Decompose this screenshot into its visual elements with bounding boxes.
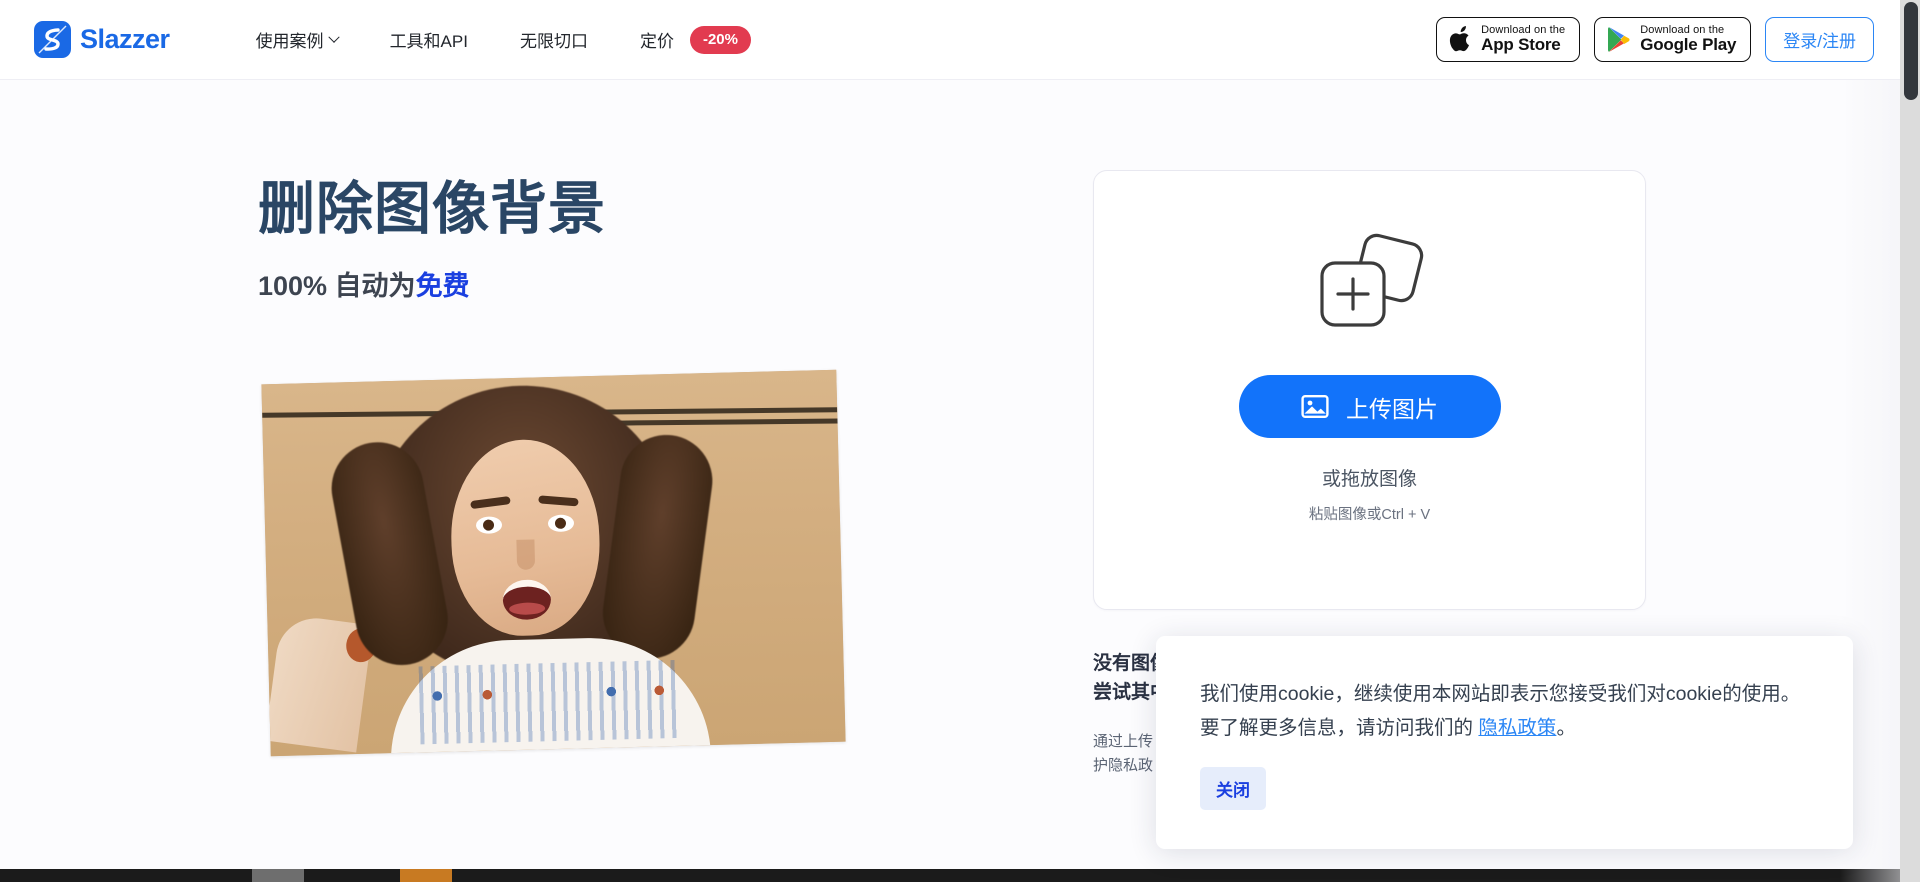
hero-subtitle: 100% 自动为免费 [258,264,918,303]
thumbnail-segment[interactable] [252,869,304,882]
page-title: 删除图像背景 [258,177,606,241]
upload-card[interactable]: 上传图片 或拖放图像 粘贴图像或Ctrl + V [1093,170,1646,610]
thumbnail-segment[interactable] [400,869,452,882]
paste-hint-text: 粘贴图像或Ctrl + V [1308,507,1431,523]
google-play-button[interactable]: Download on the Google Play [1594,17,1752,62]
eye-right [547,514,575,533]
eyebrow-right [538,495,579,507]
hero-subtitle-prefix: 100% 自动为 [258,270,416,301]
upload-image-button[interactable]: 上传图片 [1238,375,1501,438]
google-play-text: Download on the Google Play [1640,24,1737,55]
nav-label-pricing: 定价 [639,32,674,51]
mouth [502,579,552,621]
thumbnail-segment[interactable] [0,869,252,882]
discount-badge: -20% [689,25,751,54]
hero-text-block: 删除图像背景 100% 自动为免费 [258,177,918,303]
nav-item-unlimited[interactable]: 无限切口 [494,17,614,62]
cookie-consent-banner: 我们使用cookie，继续使用本网站即表示您接受我们对cookie的使用。 要了… [1156,636,1853,849]
app-store-text: Download on the App Store [1481,24,1565,55]
nose [516,539,536,570]
privacy-policy-link[interactable]: 隐私政策 [1478,717,1556,739]
main-nav: 使用案例 工具和API 无限切口 定价 -20% [230,16,777,64]
thumbnail-segment[interactable] [452,869,1900,882]
eye-left [475,516,503,534]
chevron-down-icon [327,31,340,43]
nav-label-unlimited: 无限切口 [519,32,588,51]
eyebrow-left [470,496,511,510]
google-play-icon [1608,27,1630,52]
cookie-text-part2: 。 [1556,716,1576,739]
nav-label-use-cases: 使用案例 [255,32,324,51]
cookie-close-button[interactable]: 关闭 [1200,767,1266,811]
nav-item-use-cases[interactable]: 使用案例 [230,17,364,62]
google-play-title: Google Play [1640,35,1737,55]
image-icon [1301,395,1329,419]
site-header: Slazzer 使用案例 工具和API 无限切口 定价 -20% Downloa… [0,0,1900,80]
scrollbar-thumb[interactable] [1904,2,1918,100]
hero-photo-container [258,365,898,760]
upload-image-button-label: 上传图片 [1346,395,1438,422]
drop-hint-text: 或拖放图像 [1321,469,1417,490]
header-actions: Download on the App Store Download on th… [1436,17,1874,62]
slazzer-logo-icon [34,21,71,58]
thumbnail-segment[interactable] [304,869,400,882]
cookie-consent-text: 我们使用cookie，继续使用本网站即表示您接受我们对cookie的使用。 要了… [1200,678,1809,745]
app-store-button[interactable]: Download on the App Store [1436,17,1581,62]
brand-logo[interactable]: Slazzer [34,21,170,58]
nav-item-pricing[interactable]: 定价 -20% [614,16,777,64]
brand-name: Slazzer [80,24,170,54]
add-images-icon [1314,233,1426,337]
browser-viewport: Slazzer 使用案例 工具和API 无限切口 定价 -20% Downloa… [0,0,1920,882]
apple-icon [1450,26,1470,52]
hero-subtitle-accent: 免费 [415,270,470,301]
sample-thumbnail-strip[interactable] [0,869,1900,882]
login-register-button[interactable]: 登录/注册 [1765,17,1874,62]
nav-label-tools-api: 工具和API [389,32,468,51]
app-store-title: App Store [1481,35,1561,55]
page-scrollbar[interactable] [1900,0,1920,882]
nav-item-tools-api[interactable]: 工具和API [364,17,494,62]
shirt-embroidery [418,659,681,745]
hero-photo [261,369,846,757]
